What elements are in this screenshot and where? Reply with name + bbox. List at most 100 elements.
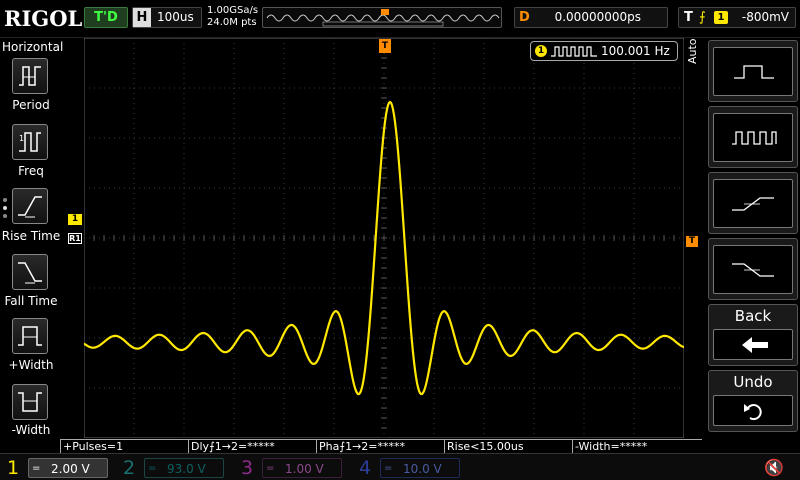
rise-time-icon [18,196,42,218]
channel-2-scale-box: = 93.0 V [144,458,224,478]
period-button[interactable] [12,58,48,94]
positive-width-label: +Width [8,358,54,372]
channel-3-scale-box: = 1.00 V [262,458,342,478]
trigger-settings-box[interactable]: T ⨍ 1 -800mV [678,7,796,28]
rising-edge-icon [732,197,774,211]
measurement-results-bar: +Pulses=1 Dly⨍1→2=***** Pha⨍1→2=***** Ri… [60,438,704,453]
timebase-value: 100us [157,10,194,24]
trigger-level-marker[interactable]: T [686,236,698,247]
channel-4-number: 4 [358,457,372,479]
back-label: Back [734,307,772,325]
measurement-phase[interactable]: Pha⨍1→2=***** [316,439,444,453]
trigger-position-marker[interactable]: T [379,39,391,53]
rising-edge-trigger-icon: ⨍ [699,10,706,25]
trigger-source-badge: 1 [714,11,728,24]
rise-time-button[interactable] [12,188,48,224]
channel-4-scale: 10.0 V [403,462,442,476]
back-button[interactable]: Back [708,304,798,366]
undo-button[interactable]: Undo [708,370,798,432]
rigol-logo: RIGOL [4,6,83,31]
freq-source-badge: 1 [535,45,547,57]
pulse-train-icon [551,46,597,57]
page-dot-1 [3,198,7,202]
positive-width-button[interactable] [12,318,48,354]
page-dot-2 [3,206,7,210]
channel-4-status[interactable]: 4 = 10.0 V [354,456,464,480]
freq-label: Freq [18,164,44,178]
rising-edge-button-face [713,179,793,228]
sweep-mode-label: Auto [686,38,699,64]
delay-box[interactable]: D 0.00000000ps [514,7,668,28]
svg-text:1: 1 [19,134,24,143]
back-button-face [713,329,793,360]
single-pulse-icon [734,65,774,79]
right-softkey-menu: Back Undo [704,38,800,452]
undo-label: Undo [733,373,773,391]
measurement-negative-width[interactable]: -Width=***** [572,439,702,453]
channel-1-status[interactable]: 1 = 2.00 V [2,456,112,480]
pulse-train-button-face [713,113,793,162]
ch1-offset-marker[interactable]: 1 [68,214,82,225]
fall-time-icon [18,262,42,284]
menu-title: Horizontal [2,40,64,54]
waveform-display[interactable] [84,38,684,438]
undo-icon [744,404,762,421]
freq-icon: 1 [19,132,41,152]
period-label: Period [12,98,50,112]
trigger-level-value: -800mV [741,10,789,24]
fall-time-label: Fall Time [4,294,58,308]
positive-width-icon [18,326,42,346]
dc-coupling-icon: = [266,463,275,474]
delay-value: 0.00000000ps [554,10,641,24]
channel-1-scale-box: = 2.00 V [28,458,108,478]
frequency-value: 100.001 Hz [601,44,670,58]
top-status-bar: RIGOL T'D H 100us 1.00GSa/s 24.0M pts D … [0,0,800,38]
channel-4-scale-box: = 10.0 V [380,458,460,478]
trigger-status-badge: T'D [84,7,128,28]
delay-label: D [519,10,530,25]
channel-2-number: 2 [122,457,136,479]
measurement-delay[interactable]: Dly⨍1→2=***** [188,439,316,453]
acquisition-info: 1.00GSa/s 24.0M pts [207,5,258,29]
channel-2-scale: 93.0 V [167,462,206,476]
single-pulse-button[interactable] [708,40,798,102]
horizontal-label: H [133,8,151,27]
falling-edge-button[interactable] [708,238,798,300]
trigger-label: T [684,10,693,25]
measure-menu: Horizontal Period 1 Freq Rise Time Fall … [0,38,64,438]
speaker-muted-icon[interactable]: 🔇 [764,458,784,477]
negative-width-button[interactable] [12,384,48,420]
pulse-train-icon [732,131,777,145]
dc-coupling-icon: = [32,463,41,474]
pulse-train-button[interactable] [708,106,798,168]
negative-width-label: -Width [11,423,51,437]
dc-coupling-icon: = [384,463,393,474]
falling-edge-icon [732,263,774,277]
channel-1-scale: 2.00 V [51,462,90,476]
page-dot-3 [3,214,7,218]
memory-window-indicator [322,21,444,27]
channel-2-status[interactable]: 2 = 93.0 V [118,456,228,480]
rise-time-label: Rise Time [1,229,61,243]
memory-trigger-marker [381,9,389,15]
measurement-rise-time[interactable]: Rise<15.00us [444,439,572,453]
frequency-counter: 1 100.001 Hz [530,41,678,61]
period-icon [19,66,41,86]
channel-1-number: 1 [6,457,20,479]
channel-3-status[interactable]: 3 = 1.00 V [236,456,346,480]
channel-3-number: 3 [240,457,254,479]
freq-button[interactable]: 1 [12,124,48,160]
measurement-positive-pulses[interactable]: +Pulses=1 [60,439,188,453]
reference-marker: R1 [68,233,82,244]
sample-rate: 1.00GSa/s [207,5,259,16]
memory-position-bar[interactable] [262,7,502,28]
falling-edge-button-face [713,245,793,294]
rising-edge-button[interactable] [708,172,798,234]
horizontal-timebase-box[interactable]: H 100us [132,7,202,28]
undo-button-face [713,395,793,426]
memory-depth: 24.0M pts [207,17,257,28]
memory-waveform-overview [266,9,500,27]
channel-status-bar: 1 = 2.00 V 2 = 93.0 V 3 = 1.00 V 4 = 10.… [0,453,800,480]
fall-time-button[interactable] [12,254,48,290]
channel-3-scale: 1.00 V [285,462,324,476]
